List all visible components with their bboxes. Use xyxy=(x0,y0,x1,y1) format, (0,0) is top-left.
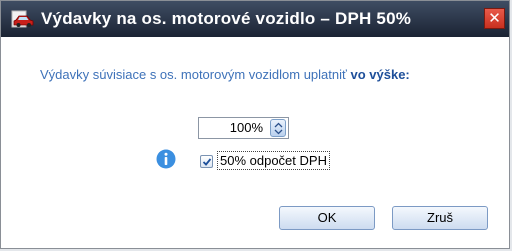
vat-deduction-label[interactable]: 50% odpočet DPH xyxy=(217,151,330,170)
vat-deduction-checkbox[interactable] xyxy=(200,155,213,168)
car-icon xyxy=(11,10,35,28)
vehicle-expenses-dialog: Výdavky na os. motorové vozidlo – DPH 50… xyxy=(0,0,510,249)
info-icon xyxy=(156,149,176,169)
dialog-content: Výdavky súvisiace s os. motorovým vozidl… xyxy=(1,37,509,248)
spinner-button[interactable] xyxy=(270,119,286,137)
prompt-label: Výdavky súvisiace s os. motorovým vozidl… xyxy=(40,67,351,82)
close-button[interactable]: ✕ xyxy=(484,8,505,29)
percentage-input[interactable] xyxy=(199,118,263,138)
dialog-title: Výdavky na os. motorové vozidlo – DPH 50… xyxy=(41,9,412,28)
cancel-button[interactable]: Zruš xyxy=(392,206,488,230)
checkmark-icon xyxy=(202,158,212,166)
prompt-emphasis: vo výške: xyxy=(350,67,410,82)
close-icon: ✕ xyxy=(488,10,501,27)
ok-button[interactable]: OK xyxy=(279,206,375,230)
percentage-spinner[interactable] xyxy=(198,117,289,139)
dialog-titlebar[interactable]: Výdavky na os. motorové vozidlo – DPH 50… xyxy=(1,1,509,37)
prompt-text: Výdavky súvisiace s os. motorovým vozidl… xyxy=(40,67,410,82)
up-down-arrows-icon xyxy=(274,122,283,135)
